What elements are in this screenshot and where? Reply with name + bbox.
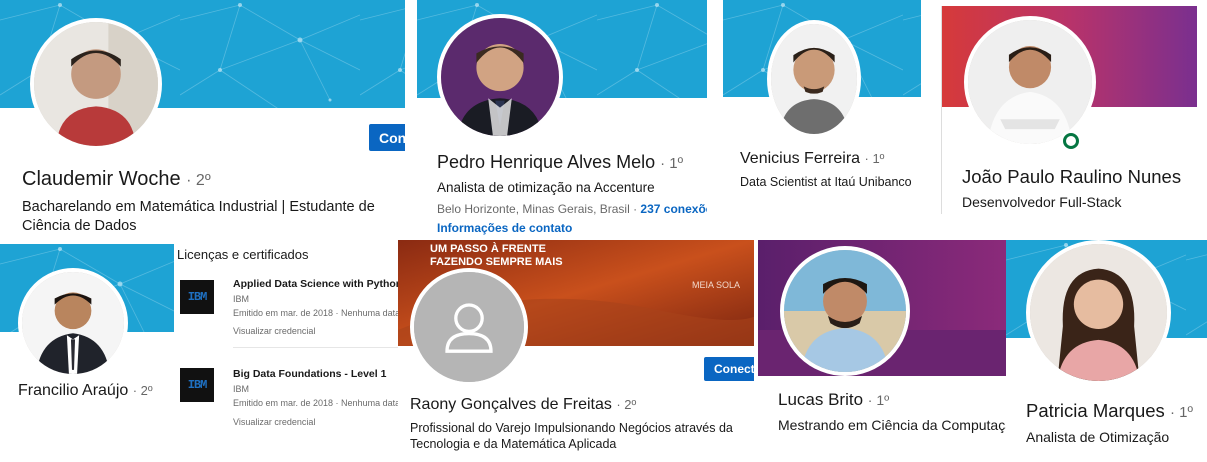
profile-headline: Desenvolvedor Full-Stack (962, 194, 1122, 210)
profile-headline: Analista de Otimização (1026, 429, 1170, 445)
profile-card-francilio: Francilio Araújo · 2º (0, 244, 174, 408)
profile-name: Francilio Araújo · 2º (18, 382, 153, 400)
connect-button[interactable]: Conectar (369, 124, 405, 151)
profile-photo[interactable] (18, 268, 128, 378)
online-status-icon (1060, 130, 1082, 152)
connection-degree: · 1º (1169, 404, 1193, 421)
profile-card-joao: João Paulo Raulino Nunes Desenvolvedor F… (941, 6, 1197, 214)
certificate-issuer: IBM (233, 384, 250, 394)
certificate-divider (233, 347, 398, 348)
ibm-logo-icon: IBM (180, 280, 214, 314)
profile-name: Raony Gonçalves de Freitas · 2º (410, 396, 636, 414)
profile-name-text: Claudemir Woche (22, 168, 181, 190)
certificates-section: Licenças e certificados IBM Applied Data… (174, 244, 398, 444)
banner-brand: MEIA SOLA (692, 280, 741, 290)
profile-name-text: Pedro Henrique Alves Melo (437, 152, 656, 172)
connection-degree: · 2º (186, 172, 211, 189)
certificate-title[interactable]: Big Data Foundations - Level 1 (233, 368, 386, 380)
profile-photo[interactable] (30, 18, 162, 150)
profile-headline: Mestrando em Ciência da Computação (778, 417, 1006, 433)
certificate-issued: Emitido em mar. de 2018 · Nenhuma data d… (233, 398, 398, 408)
connection-degree: · 2º (132, 383, 153, 398)
certificates-title: Licenças e certificados (177, 247, 309, 262)
profile-headline: Analista de otimização na Accenture (437, 180, 655, 195)
profile-headline: Bacharelando em Matemática Industrial | … (22, 199, 375, 234)
ibm-logo-icon: IBM (180, 368, 214, 402)
certificate-issuer: IBM (233, 294, 250, 304)
profile-name: Patricia Marques · 1º (1026, 400, 1193, 422)
profile-headline: Data Scientist at Itaú Unibanco (740, 175, 912, 189)
profile-name-text: Patricia Marques (1026, 400, 1165, 421)
certificate-title[interactable]: Applied Data Science with Python (233, 278, 398, 290)
view-credential-link[interactable]: Visualizar credencial (233, 417, 315, 427)
profile-name-text: Raony Gonçalves de Freitas (410, 396, 612, 413)
profile-name-text: Lucas Brito (778, 390, 864, 409)
profile-card-claudemir: Conectar Claudemir Woche · 2º Bacharelan… (0, 0, 405, 240)
profile-photo[interactable] (1026, 240, 1171, 385)
profile-photo[interactable] (437, 14, 563, 140)
profile-name-text: Francilio Araújo (18, 382, 129, 399)
profile-name: Lucas Brito · 1º (778, 390, 889, 410)
banner-headline-line2: FAZENDO SEMPRE MAIS (430, 256, 563, 268)
connections-link[interactable]: 237 conexões (640, 202, 707, 216)
profile-photo[interactable] (964, 16, 1096, 148)
contact-info-link[interactable]: Informações de contato (437, 221, 572, 235)
certificate-issued: Emitido em mar. de 2018 · Nenhuma data d… (233, 308, 398, 318)
profile-location-row: Belo Horizonte, Minas Gerais, Brasil · 2… (437, 202, 707, 216)
profile-card-lucas: Lucas Brito · 1º Mestrando em Ciência da… (758, 240, 1006, 440)
profile-photo[interactable] (767, 20, 861, 138)
profile-name: Pedro Henrique Alves Melo · 1º (437, 152, 683, 173)
connect-button[interactable]: Conectar (704, 357, 754, 381)
profile-card-patricia: Patricia Marques · 1º Analista de Otimiz… (1006, 240, 1207, 462)
connection-degree: · 1º (864, 151, 885, 166)
connection-degree: · 1º (660, 155, 684, 172)
person-icon (414, 272, 524, 382)
profile-name: João Paulo Raulino Nunes (962, 166, 1182, 187)
profile-headline: Profissional do Varejo Impulsionando Neg… (410, 421, 733, 452)
profile-card-pedro: Pedro Henrique Alves Melo · 1º Analista … (417, 0, 707, 240)
profile-name-text: Venicius Ferreira (740, 150, 861, 167)
view-credential-link[interactable]: Visualizar credencial (233, 326, 315, 336)
profile-photo[interactable] (780, 246, 910, 376)
profile-location: Belo Horizonte, Minas Gerais, Brasil · (437, 202, 638, 216)
profile-photo-placeholder[interactable] (410, 268, 528, 386)
profile-name: Venicius Ferreira · 1º (740, 150, 884, 168)
profile-card-venicius: Venicius Ferreira · 1º Data Scientist at… (723, 0, 921, 200)
profile-card-raony: UM PASSO À FRENTE FAZENDO SEMPRE MAIS ME… (398, 240, 754, 462)
profile-name: Claudemir Woche · 2º (22, 168, 211, 191)
banner-headline-line1: UM PASSO À FRENTE (430, 243, 546, 255)
connection-degree: · 2º (616, 397, 637, 412)
connection-degree: · 1º (867, 392, 890, 408)
